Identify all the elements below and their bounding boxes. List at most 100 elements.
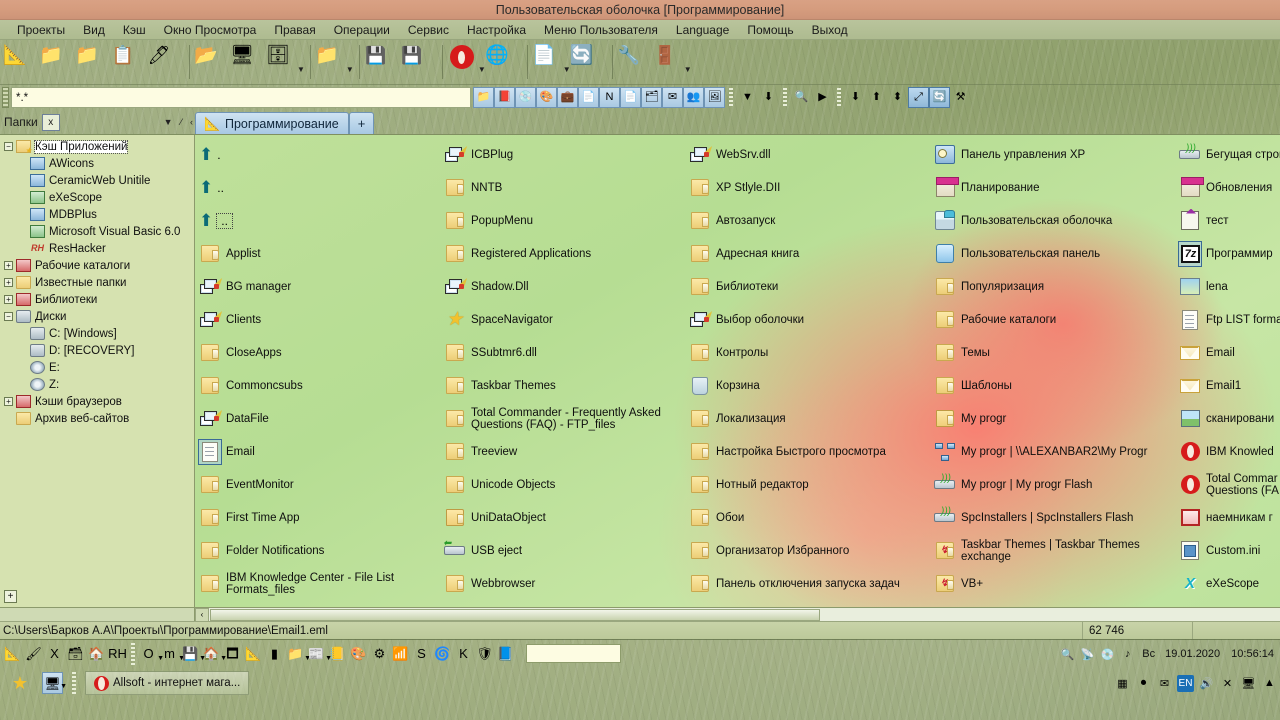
- network-tray-icon[interactable]: 📡: [1079, 646, 1096, 663]
- notepad-button[interactable]: 📒: [327, 643, 348, 665]
- tree-item-12[interactable]: D: [RECOVERY]: [2, 342, 194, 359]
- file-item[interactable]: Unicode Objects: [440, 468, 685, 501]
- collapse-down-button[interactable]: ⬇: [845, 87, 866, 108]
- grid-hand-button[interactable]: 📋: [112, 43, 148, 81]
- file-item[interactable]: Folder Notifications: [195, 534, 440, 567]
- viewer-button[interactable]: 📰▼: [306, 643, 327, 665]
- file-item[interactable]: Рабочие каталоги: [930, 303, 1175, 336]
- tree-item-6[interactable]: RHResHacker: [2, 240, 194, 257]
- file-item[interactable]: )))SpcInstallers | SpcInstallers Flash: [930, 501, 1175, 534]
- tools2-button[interactable]: ⚒: [950, 87, 971, 108]
- notes-button[interactable]: 📄: [533, 43, 569, 81]
- menu-item-2[interactable]: Кэш: [114, 21, 155, 39]
- project-editor-button[interactable]: 📐: [4, 43, 40, 81]
- tree-item-16[interactable]: Архив веб-сайтов: [2, 410, 194, 427]
- file-item[interactable]: Библиотеки: [685, 270, 930, 303]
- file-item[interactable]: UniDataObject: [440, 501, 685, 534]
- file-item[interactable]: CloseApps: [195, 336, 440, 369]
- router-button[interactable]: 📶: [390, 643, 411, 665]
- file-item[interactable]: Темы: [930, 336, 1175, 369]
- disk-tray-icon[interactable]: 💿: [1099, 646, 1116, 663]
- exescope-button[interactable]: X: [44, 643, 65, 665]
- pin-icon[interactable]: ⁄: [178, 117, 184, 127]
- parent-nav-item-0[interactable]: ⬆.: [195, 138, 440, 171]
- sync-button[interactable]: 🔄: [929, 87, 950, 108]
- folder-edit-button[interactable]: 📂: [195, 43, 231, 81]
- tree-expander[interactable]: +: [4, 278, 13, 287]
- ccc-icon[interactable]: ▦: [1114, 675, 1131, 692]
- media-tray-icon[interactable]: ♪: [1119, 646, 1136, 663]
- pencil-button[interactable]: 🖊: [148, 43, 184, 81]
- monitor-tray-icon[interactable]: 🖥: [1240, 675, 1257, 692]
- taskbar-input[interactable]: [526, 644, 621, 663]
- file-item[interactable]: lena: [1175, 270, 1280, 303]
- menu-item-1[interactable]: Вид: [74, 21, 114, 39]
- tree-item-1[interactable]: AWicons: [2, 155, 194, 172]
- file-item[interactable]: XeXeScope: [1175, 567, 1280, 600]
- file-item[interactable]: Total Commar Questions (FA: [1175, 468, 1280, 501]
- tree-item-13[interactable]: E:: [2, 359, 194, 376]
- menu-item-7[interactable]: Настройка: [458, 21, 535, 39]
- menu-item-8[interactable]: Меню Пользователя: [535, 21, 667, 39]
- scroll-track[interactable]: ‹: [195, 608, 1280, 622]
- collapse-icon[interactable]: ‹: [188, 117, 195, 127]
- window-button[interactable]: 🗖: [222, 643, 243, 665]
- browser-button[interactable]: 🌀: [432, 643, 453, 665]
- volume-icon[interactable]: 🔊: [1198, 675, 1215, 692]
- tree-expander[interactable]: +: [4, 295, 13, 304]
- play-button[interactable]: ▶: [812, 87, 833, 108]
- skype-button[interactable]: S: [411, 643, 432, 665]
- menu-item-10[interactable]: Помощь: [738, 21, 802, 39]
- chevron-up-icon[interactable]: ▲: [1261, 675, 1278, 692]
- file-item[interactable]: Registered Applications: [440, 237, 685, 270]
- search-tray-icon[interactable]: 🔍: [1059, 646, 1076, 663]
- file-item[interactable]: Custom.ini: [1175, 534, 1280, 567]
- menu-item-6[interactable]: Сервис: [399, 21, 458, 39]
- save-button[interactable]: 💾▼: [180, 643, 201, 665]
- file-item[interactable]: Total Commander - Frequently Asked Quest…: [440, 402, 685, 435]
- file-item[interactable]: SSubtmr6.dll: [440, 336, 685, 369]
- file-item[interactable]: Автозапуск: [685, 204, 930, 237]
- folders-close-button[interactable]: x: [42, 114, 60, 131]
- cabinet-button[interactable]: 🗄: [267, 43, 303, 81]
- m-button[interactable]: m▼: [159, 643, 180, 665]
- file-item[interactable]: Локализация: [685, 402, 930, 435]
- ceramicweb-button[interactable]: 🖌: [23, 643, 44, 665]
- close-tray-icon[interactable]: ✕: [1219, 675, 1236, 692]
- tree-item-8[interactable]: +Известные папки: [2, 274, 194, 291]
- file-item[interactable]: Ftp LIST forma: [1175, 303, 1280, 336]
- record-icon[interactable]: ⏺: [1135, 675, 1152, 692]
- new-folder-star2-button[interactable]: 📁: [76, 43, 112, 81]
- briefcase-button[interactable]: 💼: [557, 87, 578, 108]
- vb6-button[interactable]: 🏠: [86, 643, 107, 665]
- tree-expander[interactable]: +: [4, 261, 13, 270]
- file-item[interactable]: Webbrowser: [440, 567, 685, 600]
- file-item[interactable]: Организатор Избранного: [685, 534, 930, 567]
- page-button[interactable]: 📄: [578, 87, 599, 108]
- file-item[interactable]: Commoncsubs: [195, 369, 440, 402]
- file-item[interactable]: XP Stlyle.DII: [685, 171, 930, 204]
- parent-nav-item-1[interactable]: ⬆..: [195, 171, 440, 204]
- expand-up-button[interactable]: ⬆: [866, 87, 887, 108]
- file-item[interactable]: )))My progr | My progr Flash: [930, 468, 1175, 501]
- sidebar-add-button[interactable]: +: [4, 590, 17, 603]
- file-item[interactable]: ⬅USB eject: [440, 534, 685, 567]
- fit-button[interactable]: ⤢: [908, 87, 929, 108]
- file-item[interactable]: NNTB: [440, 171, 685, 204]
- refresh-button[interactable]: 🔄: [571, 43, 607, 81]
- file-item[interactable]: сканировани: [1175, 402, 1280, 435]
- tree-item-0[interactable]: −Кэш Приложений: [2, 138, 194, 155]
- clock-date[interactable]: 19.01.2020: [1161, 648, 1224, 660]
- book-button[interactable]: 📕: [494, 87, 515, 108]
- exit-door-button[interactable]: 🚪: [654, 43, 690, 81]
- menu-item-0[interactable]: Проекты: [8, 21, 74, 39]
- file-item[interactable]: Планирование: [930, 171, 1175, 204]
- tools-button[interactable]: 🔧: [618, 43, 654, 81]
- folder-button[interactable]: 📁▼: [285, 643, 306, 665]
- file-item[interactable]: WebSrv.dll: [685, 138, 930, 171]
- tree-item-11[interactable]: C: [Windows]: [2, 325, 194, 342]
- file-item[interactable]: наемникам г: [1175, 501, 1280, 534]
- tree-item-2[interactable]: CeramicWeb Unitile: [2, 172, 194, 189]
- language-indicator[interactable]: Bc: [1139, 648, 1158, 660]
- both-arrows-button[interactable]: ⬍: [887, 87, 908, 108]
